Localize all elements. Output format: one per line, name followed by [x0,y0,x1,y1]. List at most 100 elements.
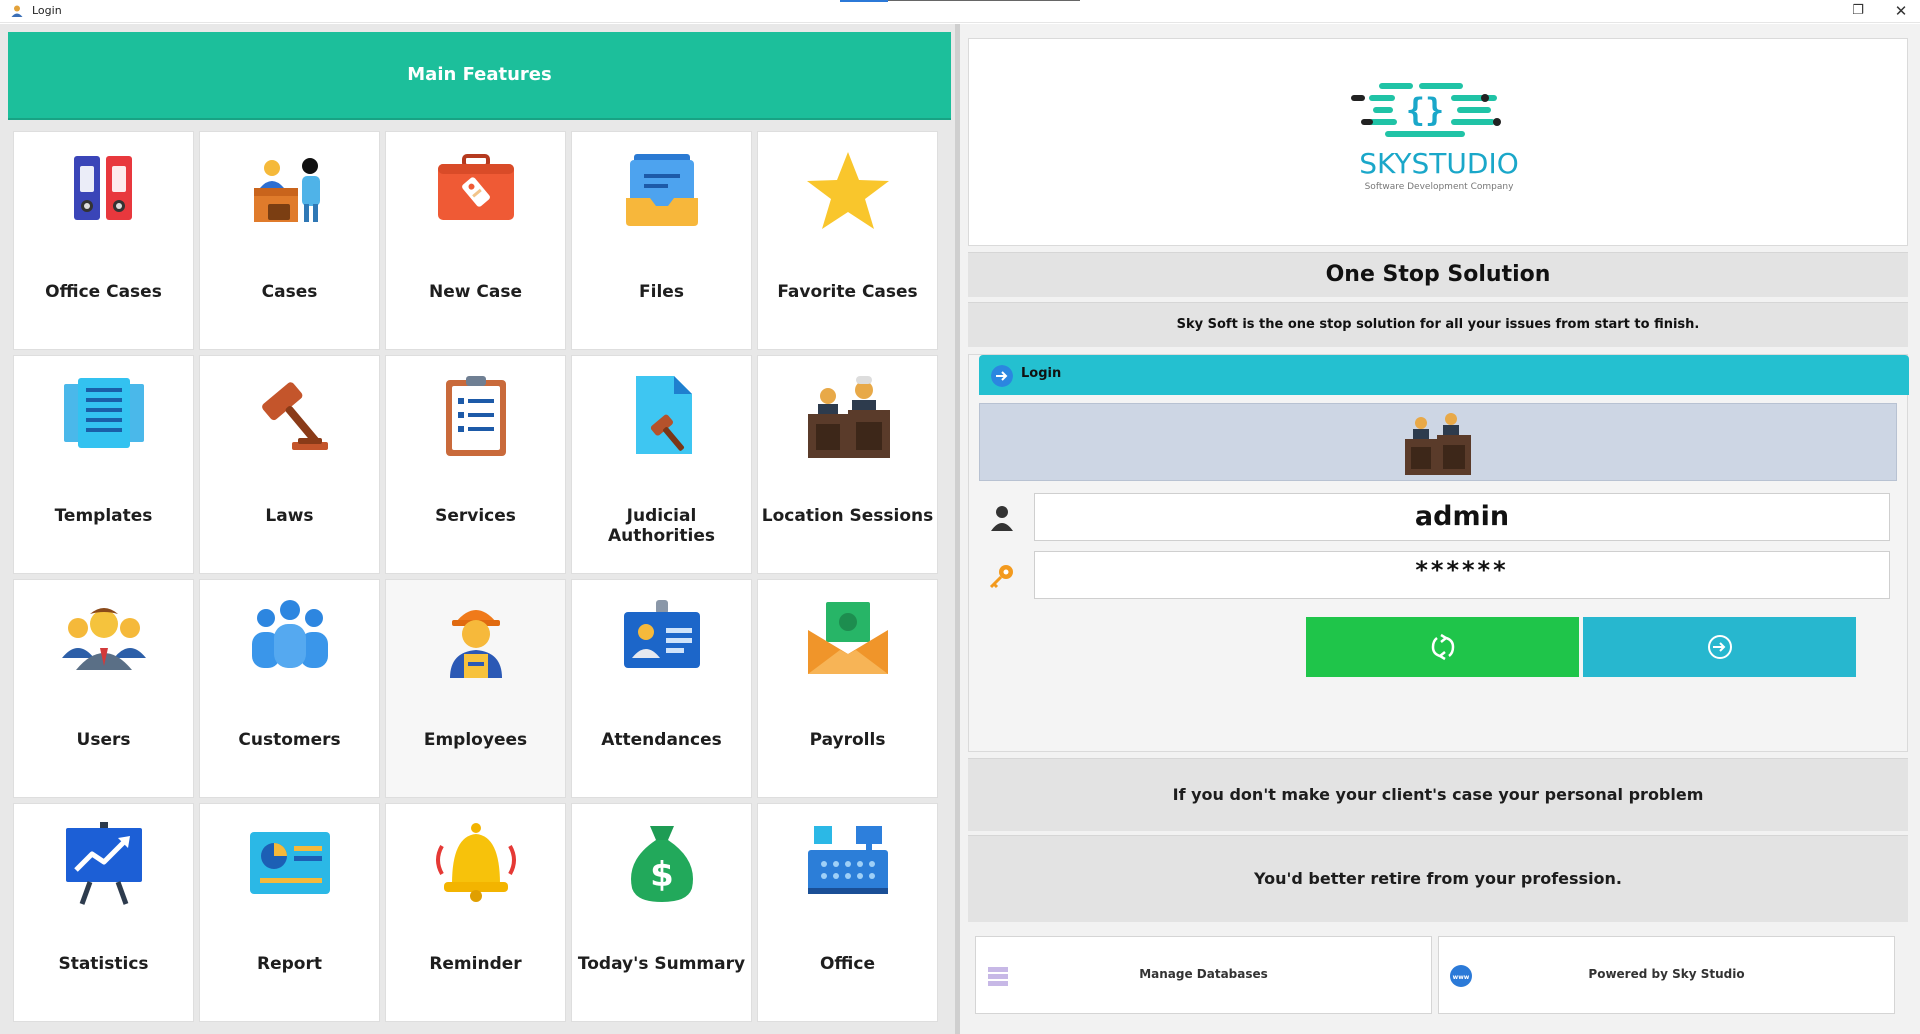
tile-cases[interactable]: Cases [199,131,380,350]
tile-label: Favorite Cases [777,282,918,302]
tile-office-cases[interactable]: Office Cases [13,131,194,350]
key-icon [989,565,1013,589]
user-icon [11,5,23,17]
templates-icon [63,378,144,448]
tile-label: Statistics [58,954,149,974]
sign-in-icon [1707,635,1732,659]
star-icon [806,152,889,229]
file-tray-icon [625,154,698,226]
refresh-icon [1431,633,1454,661]
binders-icon [73,156,132,220]
login-tab-label: Login [1021,366,1062,381]
tile-reminder[interactable]: Reminder [385,803,566,1022]
headline: One Stop Solution [968,252,1908,297]
password-field[interactable]: ****** [1034,551,1890,599]
tile-location-sessions[interactable]: Location Sessions [757,355,938,574]
tile-label: Today's Summary [577,954,746,974]
title-accent-line [888,0,1080,1]
users-group-icon [61,608,146,670]
tile-services[interactable]: Services [385,355,566,574]
login-side-panel: {} SKYSTUDIO Software Development Compan… [960,24,1920,1034]
tile-statistics[interactable]: Statistics [13,803,194,1022]
svg-text:{}: {} [1406,91,1445,129]
tile-office[interactable]: Office [757,803,938,1022]
svg-text:Software Development Company: Software Development Company [1365,182,1514,192]
powered-by-label: Powered by Sky Studio [1588,967,1745,981]
user-icon [991,506,1013,531]
quote-line-1: If you don't make your client's case you… [968,758,1908,831]
tile-label: Judicial Authorities [608,506,715,546]
tile-employees[interactable]: Employees [385,579,566,798]
restore-button[interactable]: ❐ [1846,2,1870,20]
tile-label: Office Cases [45,282,162,302]
login-banner [979,403,1897,481]
tile-label: Reminder [429,954,522,974]
tile-label: Cases [261,282,318,302]
customers-icon [251,600,328,668]
login-tab[interactable]: Login [979,355,1909,395]
main-features-header: Main Features [8,32,951,120]
id-badge-icon [623,600,700,668]
tile-attendances[interactable]: Attendances [571,579,752,798]
document-gavel-icon [635,376,692,454]
close-button[interactable]: ✕ [1889,2,1913,20]
tile-label: Templates [54,506,153,526]
tile-label: Location Sessions [761,506,934,526]
tile-todays-summary[interactable]: $ Today's Summary [571,803,752,1022]
title-accent [840,0,888,2]
judges-icon [807,376,890,458]
main-features-panel: Main Features Office Cases Cases New Cas… [0,24,955,1034]
tile-label: Files [639,282,684,302]
client-desk-icon [253,158,320,222]
svg-text:SKYSTUDIO: SKYSTUDIO [1359,147,1518,180]
tile-label: Attendances [601,730,722,750]
tile-customers[interactable]: Customers [199,579,380,798]
features-grid: Office Cases Cases New Case Files Favori… [8,128,951,1034]
gavel-icon [261,382,328,450]
tile-report[interactable]: Report [199,803,380,1022]
logo-box: {} SKYSTUDIO Software Development Compan… [968,38,1908,246]
worker-icon [449,610,502,678]
manage-databases-label: Manage Databases [1139,967,1268,981]
powered-by-button[interactable]: www Powered by Sky Studio [1438,936,1895,1014]
tile-label: Report [257,954,322,974]
arrow-right-icon [991,365,1013,387]
office-desk-icon [807,826,888,894]
tile-templates[interactable]: Templates [13,355,194,574]
window-title: Login [32,4,62,17]
tile-label: New Case [429,282,522,302]
case-bag-icon [437,154,514,220]
tile-label: Services [435,506,516,526]
quote-line-2: You'd better retire from your profession… [968,835,1908,922]
main-features-title: Main Features [407,64,552,85]
report-icon [249,832,330,894]
tile-favorite-cases[interactable]: Favorite Cases [757,131,938,350]
money-bag-icon: $ [630,826,693,902]
money-envelope-icon [807,602,888,674]
tile-label: Employees [423,730,528,750]
login-form: Login admin ****** [968,354,1909,752]
tile-label: Users [76,730,131,750]
skystudio-logo: {} SKYSTUDIO Software Development Compan… [1351,83,1519,192]
window-title-bar: Login ❐ ✕ [0,0,1920,23]
tile-label: Customers [238,730,341,750]
tile-label: Office [819,954,876,974]
username-field[interactable]: admin [1034,493,1890,541]
clipboard-list-icon [445,376,506,456]
tile-label: Laws [265,506,314,526]
tile-users[interactable]: Users [13,579,194,798]
reset-button[interactable] [1306,617,1579,677]
tile-judicial-authorities[interactable]: Judicial Authorities [571,355,752,574]
judges-icon [1405,413,1471,475]
svg-text:$: $ [650,855,674,895]
login-button[interactable] [1583,617,1856,677]
tile-payrolls[interactable]: Payrolls [757,579,938,798]
chart-board-icon [65,822,142,905]
tile-laws[interactable]: Laws [199,355,380,574]
tile-new-case[interactable]: New Case [385,131,566,350]
bell-icon [435,823,516,902]
tile-files[interactable]: Files [571,131,752,350]
subline: Sky Soft is the one stop solution for al… [968,302,1908,347]
manage-databases-button[interactable]: Manage Databases [975,936,1432,1014]
tile-label: Payrolls [809,730,886,750]
